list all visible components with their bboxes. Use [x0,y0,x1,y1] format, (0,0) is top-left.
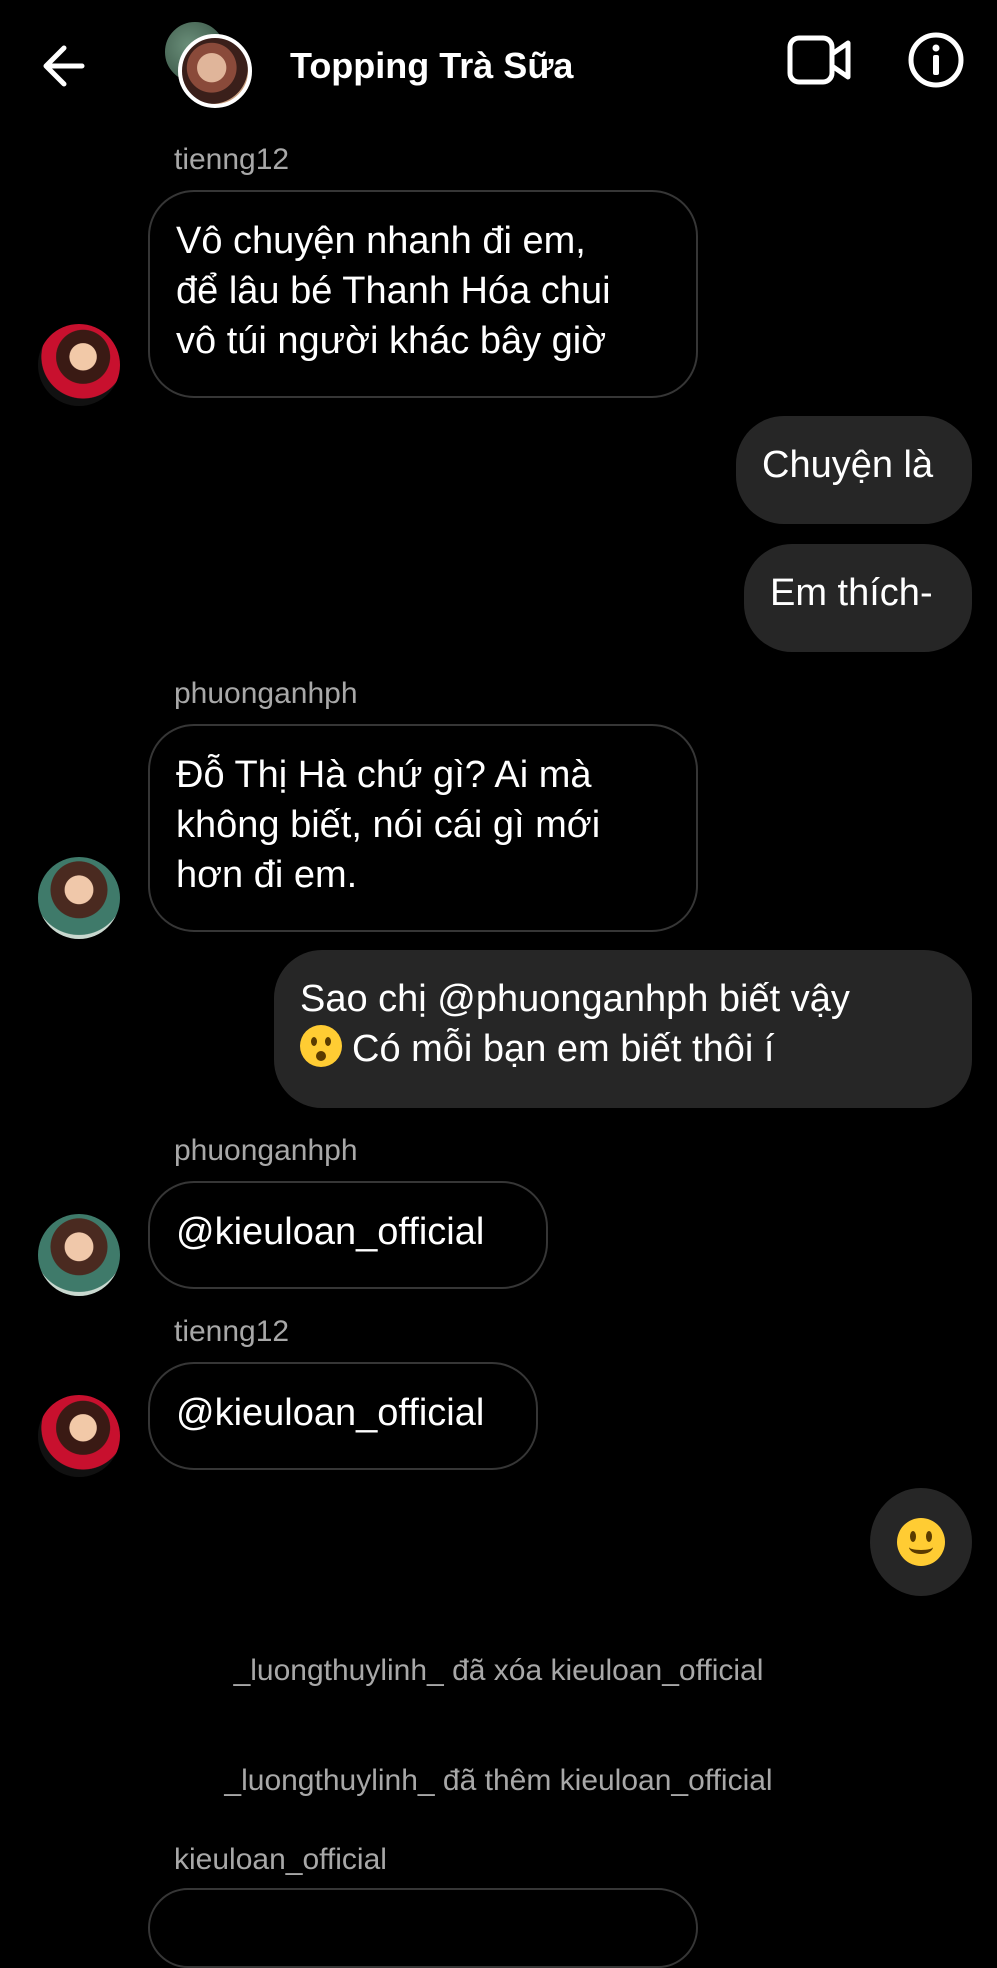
incoming-message[interactable]: @kieuloan_official [148,1362,538,1470]
message-line: để lâu bé Thanh Hóa chui [176,270,611,312]
sender-name: tienng12 [174,143,290,176]
hushed-face-emoji-icon [300,1025,342,1067]
sender-name: phuonganhph [174,677,358,710]
mention-link[interactable]: @kieuloan_official [176,1388,510,1438]
avatar[interactable] [38,324,120,406]
system-message: _luongthuylinh_ đã xóa kieuloan_official [233,1654,764,1687]
message-line: Em thích- [770,572,933,614]
avatar[interactable] [38,857,120,939]
outgoing-message[interactable]: Em thích- [744,544,972,652]
back-button[interactable] [38,36,98,96]
mention-link[interactable]: @kieuloan_official [176,1207,520,1257]
sender-name: kieuloan_official [174,1843,387,1876]
message-line: vô túi người khác bây giờ [176,320,607,362]
incoming-message[interactable]: Vô chuyện nhanh đi em, để lâu bé Thanh H… [148,190,698,398]
message-line: Vô chuyện nhanh đi em, [176,220,586,262]
system-message: _luongthuylinh_ đã thêm kieuloan_officia… [224,1764,773,1797]
video-call-button[interactable] [786,30,852,90]
info-button[interactable] [906,30,966,90]
message-line: không biết, nói cái gì mới [176,804,601,846]
message-line: Sao chị @phuonganhph biết vậy [300,978,850,1020]
avatar[interactable] [38,1214,120,1296]
incoming-message[interactable]: @kieuloan_official [148,1181,548,1289]
info-icon [908,32,964,88]
message-line: Chuyện là [762,444,934,486]
message-line: hơn đi em. [176,854,358,896]
sender-name: tienng12 [174,1315,290,1348]
emoji-message[interactable] [870,1488,972,1596]
message-line-with-emoji: Có mỗi bạn em biết thôi í [300,1024,946,1074]
outgoing-message[interactable]: Sao chị @phuonganhph biết vậy Có mỗi bạn… [274,950,972,1108]
incoming-message[interactable]: Đỗ Thị Hà chứ gì? Ai mà không biết, nói … [148,724,698,932]
sender-name: phuonganhph [174,1134,358,1167]
slightly-smiling-face-icon [897,1518,945,1566]
incoming-message[interactable] [148,1888,698,1968]
message-line: Đỗ Thị Hà chứ gì? Ai mà [176,754,592,796]
avatar[interactable] [38,1395,120,1477]
video-camera-icon [787,35,851,85]
message-line: Có mỗi bạn em biết thôi í [352,1028,775,1070]
chat-title[interactable]: Topping Trà Sữa [290,45,573,87]
group-avatar[interactable] [178,34,252,108]
arrow-left-icon [43,45,85,87]
outgoing-message[interactable]: Chuyện là [736,416,972,524]
